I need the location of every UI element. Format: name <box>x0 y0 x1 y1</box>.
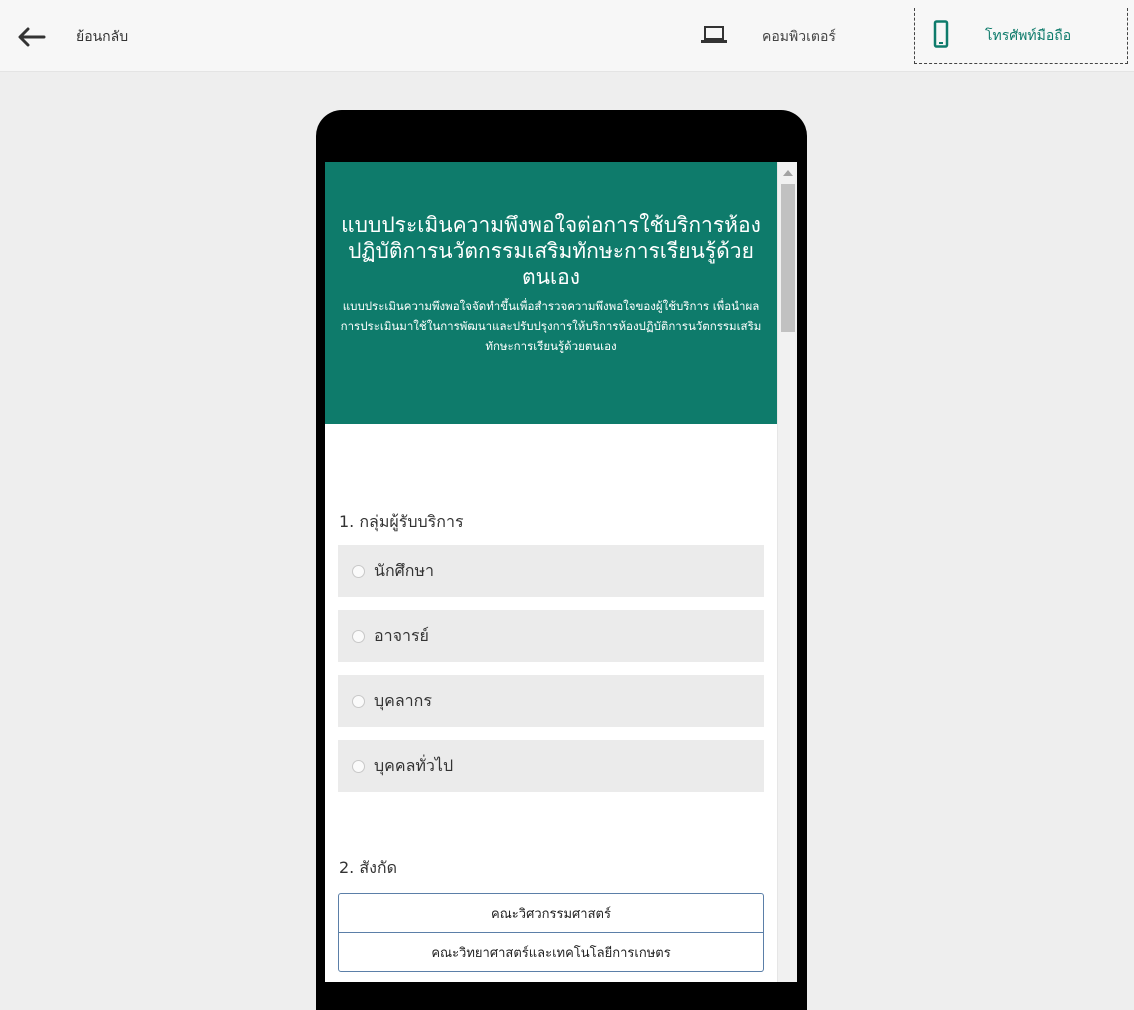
form-description: แบบประเมินความพึงพอใจจัดทำขึ้นเพื่อสำรวจ… <box>340 299 762 353</box>
scroll-up-arrow-icon[interactable] <box>783 170 793 176</box>
back-button[interactable]: ย้อนกลับ <box>18 20 178 54</box>
computer-view-button[interactable]: คอมพิวเตอร์ <box>700 20 836 54</box>
radio-button[interactable] <box>352 629 365 643</box>
question-label: 1. กลุ่มผู้รับบริการ <box>339 512 464 531</box>
radio-button[interactable] <box>352 564 365 578</box>
phone-screen: แบบประเมินความพึงพอใจต่อการใช้บริการห้อง… <box>325 162 797 982</box>
scrollbar[interactable] <box>777 162 797 982</box>
scrollbar-thumb[interactable] <box>781 184 795 332</box>
smartphone-icon <box>933 19 949 52</box>
option-label: นักศึกษา <box>374 560 434 580</box>
affiliation-choice-list: คณะวิศวกรรมศาสตร์ คณะวิทยาศาสตร์และเทคโน… <box>338 893 764 972</box>
option-label: บุคคลทั่วไป <box>374 755 454 775</box>
question-label: 2. สังกัด <box>339 858 398 877</box>
radio-option-general-public[interactable]: บุคคลทั่วไป <box>338 740 764 792</box>
form-content: แบบประเมินความพึงพอใจต่อการใช้บริการห้อง… <box>325 162 777 972</box>
option-label: บุคลากร <box>374 690 432 710</box>
question-2: 2. สังกัด คณะวิศวกรรมศาสตร์ คณะวิทยาศาสต… <box>325 856 777 972</box>
arrow-left-icon <box>18 27 46 47</box>
choice-engineering[interactable]: คณะวิศวกรรมศาสตร์ <box>339 894 763 933</box>
radio-button[interactable] <box>352 694 365 708</box>
choice-science-agritech[interactable]: คณะวิทยาศาสตร์และเทคโนโลยีการเกษตร <box>339 933 763 971</box>
radio-option-lecturer[interactable]: อาจารย์ <box>338 610 764 662</box>
phone-view-button[interactable]: โทรศัพท์มือถือ <box>914 8 1128 64</box>
form-title: แบบประเมินความพึงพอใจต่อการใช้บริการห้อง… <box>341 213 761 289</box>
radio-option-student[interactable]: นักศึกษา <box>338 545 764 597</box>
phone-frame: แบบประเมินความพึงพอใจต่อการใช้บริการห้อง… <box>316 110 807 1010</box>
option-label: อาจารย์ <box>374 625 429 645</box>
laptop-icon <box>700 25 728 49</box>
question-1: 1. กลุ่มผู้รับบริการ นักศึกษา อาจารย์ บุ… <box>325 510 777 792</box>
form-header: แบบประเมินความพึงพอใจต่อการใช้บริการห้อง… <box>325 162 777 424</box>
preview-toolbar: ย้อนกลับ คอมพิวเตอร์ โทรศัพท์มือถือ <box>0 0 1134 72</box>
phone-view-label: โทรศัพท์มือถือ <box>985 27 1072 44</box>
back-label: ย้อนกลับ <box>76 29 129 45</box>
computer-view-label: คอมพิวเตอร์ <box>762 29 836 45</box>
radio-button[interactable] <box>352 759 365 773</box>
radio-option-staff[interactable]: บุคลากร <box>338 675 764 727</box>
